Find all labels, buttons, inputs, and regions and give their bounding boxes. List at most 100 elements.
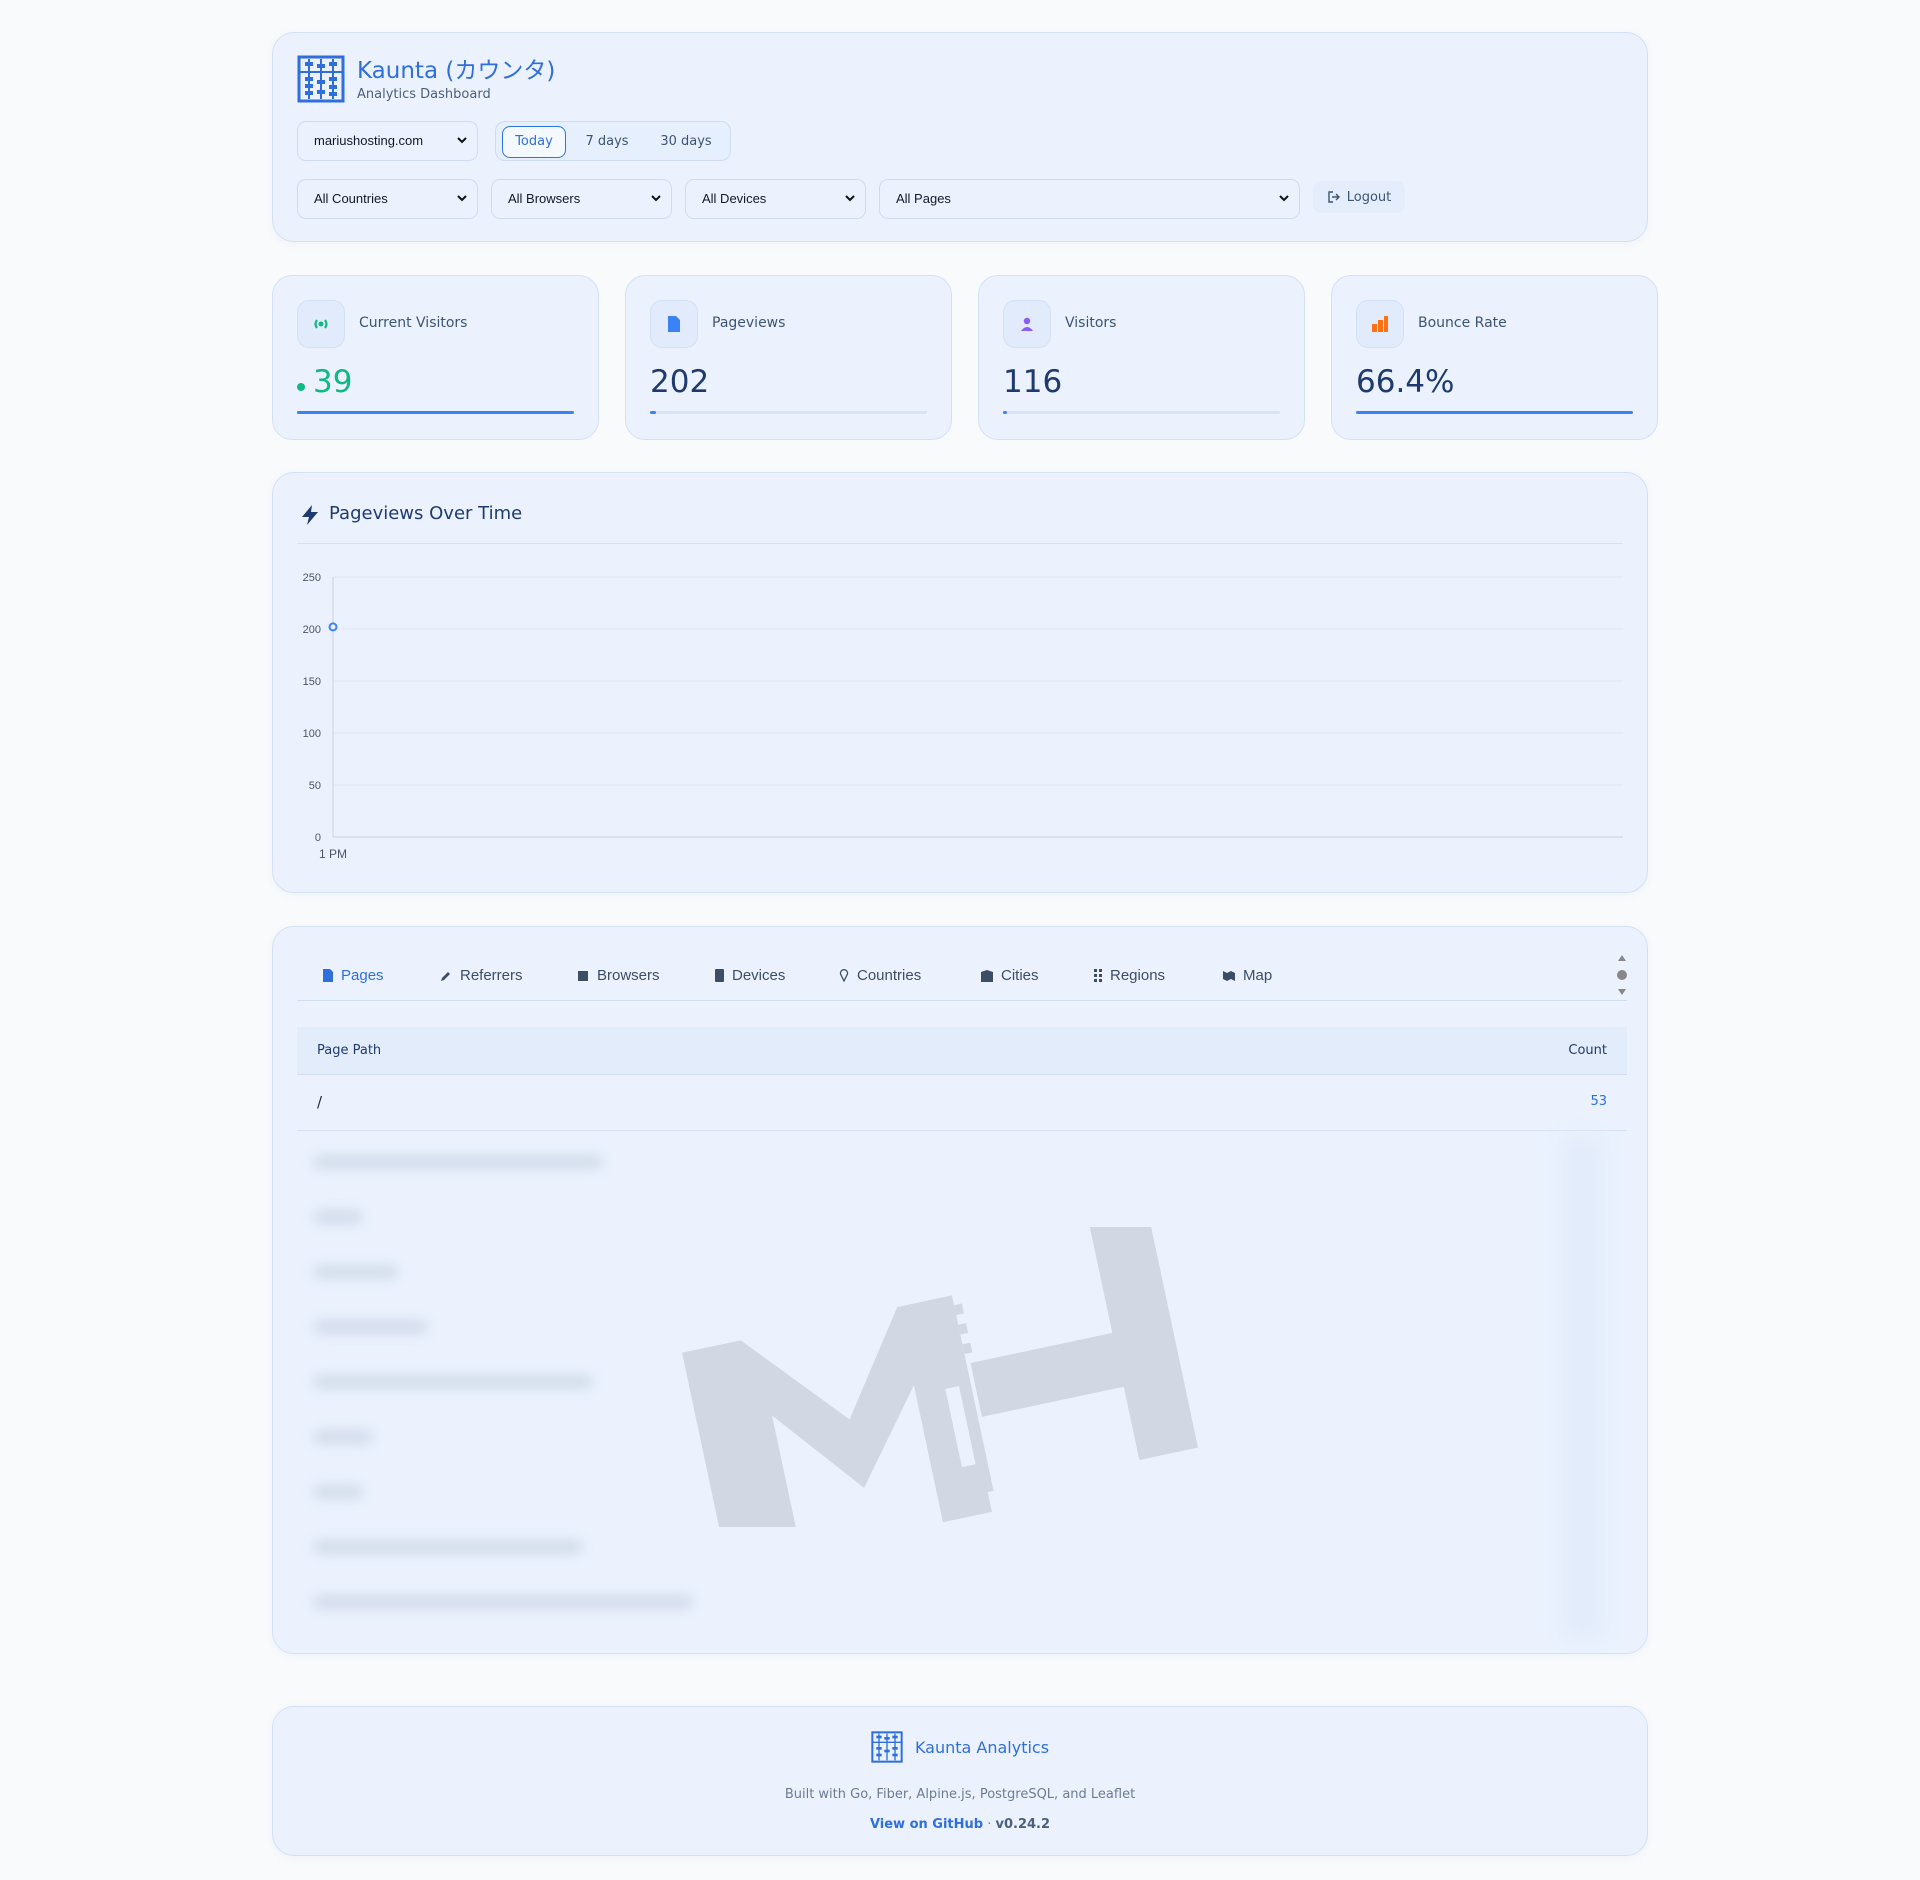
blurred-row: [313, 1430, 373, 1444]
document-icon: [323, 969, 333, 982]
tab-referrers[interactable]: Referrers: [440, 967, 523, 984]
app-subtitle: Analytics Dashboard: [357, 86, 491, 102]
stat-label: Current Visitors: [359, 315, 468, 331]
live-dot-icon: [297, 383, 305, 391]
stat-progress-fill: [650, 411, 656, 414]
blurred-row: [313, 1155, 603, 1169]
country-filter-select[interactable]: All Countries: [297, 179, 478, 219]
logout-button[interactable]: Logout: [1313, 181, 1405, 213]
y-tick-label: 200: [303, 624, 321, 636]
logout-icon: [1328, 191, 1340, 203]
tabs-scrollbar[interactable]: [1615, 953, 1629, 997]
square-icon: [578, 970, 588, 981]
abacus-logo-icon: [871, 1731, 903, 1763]
footer-built-with: Built with Go, Fiber, Alpine.js, Postgre…: [784, 1787, 1136, 1802]
tab-label: Countries: [857, 967, 922, 984]
blurred-row: [313, 1320, 428, 1334]
broadcast-icon: [297, 300, 345, 348]
site-select-value: mariushosting.com: [314, 133, 424, 148]
col-count[interactable]: Count: [1568, 1043, 1607, 1058]
breakdown-tabs: Pages Referrers Browsers Devices Countri…: [297, 957, 1627, 1001]
map-icon: [1223, 970, 1235, 981]
table-header: Page Path Count: [297, 1027, 1627, 1075]
tab-label: Referrers: [460, 967, 523, 984]
stat-value: 202: [650, 364, 710, 400]
table-row[interactable]: / 53: [297, 1075, 1627, 1131]
pin-icon: [839, 969, 849, 982]
stat-label: Pageviews: [712, 315, 786, 331]
building-icon: [981, 969, 993, 982]
tab-label: Cities: [1001, 967, 1039, 984]
count-cell: 53: [1590, 1094, 1607, 1109]
stat-card-pageviews: Pageviews 202: [625, 275, 952, 440]
stat-card-current-visitors: Current Visitors 39: [272, 275, 599, 440]
chevron-down-icon: [457, 195, 467, 202]
chevron-down-icon: [651, 195, 661, 202]
chevron-down-icon: [1279, 195, 1289, 202]
app-title: Kaunta (カウンタ): [357, 57, 556, 84]
breakdown-card: Pages Referrers Browsers Devices Countri…: [272, 926, 1648, 1654]
stat-value: 116: [1003, 364, 1063, 400]
blurred-row: [313, 1485, 363, 1499]
tab-regions[interactable]: Regions: [1094, 967, 1165, 984]
footer-title: Kaunta Analytics: [914, 1737, 1050, 1757]
footer-brand: Kaunta Analytics: [273, 1731, 1647, 1763]
y-tick-label: 250: [303, 572, 321, 584]
footer-separator: ·: [983, 1817, 996, 1832]
blurred-row: [313, 1265, 398, 1279]
col-page-path[interactable]: Page Path: [317, 1043, 381, 1058]
chevron-down-icon: [845, 195, 855, 202]
browser-filter-select[interactable]: All Browsers: [491, 179, 672, 219]
brand: Kaunta (カウンタ) Analytics Dashboard: [297, 55, 555, 103]
y-tick-label: 150: [303, 676, 321, 688]
device-filter-value: All Devices: [702, 191, 767, 206]
mh-watermark-logo: [682, 1227, 1199, 1527]
tab-map[interactable]: Map: [1223, 967, 1272, 984]
phone-icon: [715, 969, 724, 982]
grid-icon: [1094, 969, 1102, 982]
stat-progress-bar: [297, 411, 574, 414]
tab-label: Browsers: [597, 967, 660, 984]
stat-label: Visitors: [1065, 315, 1117, 331]
logout-label: Logout: [1346, 189, 1392, 205]
stat-value: 39: [313, 364, 353, 400]
tab-label: Devices: [732, 967, 786, 984]
tab-devices[interactable]: Devices: [715, 967, 785, 984]
tab-label: Pages: [341, 967, 384, 984]
stat-progress-fill: [297, 411, 574, 414]
user-icon: [1003, 300, 1051, 348]
tab-cities[interactable]: Cities: [981, 967, 1039, 984]
page-filter-select[interactable]: All Pages: [879, 179, 1300, 219]
pageviews-line-chart: 0 50 100 150 200 250 1 PM: [303, 572, 1623, 861]
dashboard-header: Kaunta (カウンタ) Analytics Dashboard marius…: [272, 32, 1648, 242]
tab-countries[interactable]: Countries: [839, 967, 921, 984]
tab-browsers[interactable]: Browsers: [577, 967, 660, 984]
tab-label: Map: [1243, 967, 1273, 984]
range-30days-button[interactable]: 30 days: [648, 126, 724, 158]
abacus-logo-icon: [297, 55, 345, 103]
stat-progress-bar: [1356, 411, 1633, 414]
blurred-row: [313, 1210, 363, 1224]
tab-pages[interactable]: Pages: [323, 967, 384, 984]
range-today-button[interactable]: Today: [502, 126, 566, 158]
tab-label: Regions: [1110, 967, 1166, 984]
site-select[interactable]: mariushosting.com: [297, 121, 478, 161]
page-path-cell: /: [317, 1093, 323, 1111]
y-tick-label: 0: [315, 832, 321, 844]
device-filter-select[interactable]: All Devices: [685, 179, 866, 219]
browser-filter-value: All Browsers: [508, 191, 581, 206]
chevron-down-icon: [457, 137, 467, 144]
stat-value-wrap: 39: [297, 364, 352, 400]
pageviews-chart-card: Pageviews Over Time 0 50 100 150 200 250 1 PM: [272, 472, 1648, 893]
page-filter-value: All Pages: [896, 191, 951, 206]
footer: Kaunta Analytics Built with Go, Fiber, A…: [272, 1706, 1648, 1856]
stat-progress-fill: [1003, 411, 1008, 414]
github-link[interactable]: View on GitHub: [870, 1817, 983, 1832]
bar-chart-icon: [1356, 300, 1404, 348]
blurred-counts: [1563, 1137, 1603, 1637]
country-filter-value: All Countries: [314, 191, 388, 206]
blurred-row: [313, 1595, 693, 1609]
stat-card-bounce-rate: Bounce Rate 66.4%: [1331, 275, 1658, 440]
range-7days-button[interactable]: 7 days: [572, 126, 642, 158]
pencil-icon: [441, 971, 450, 981]
